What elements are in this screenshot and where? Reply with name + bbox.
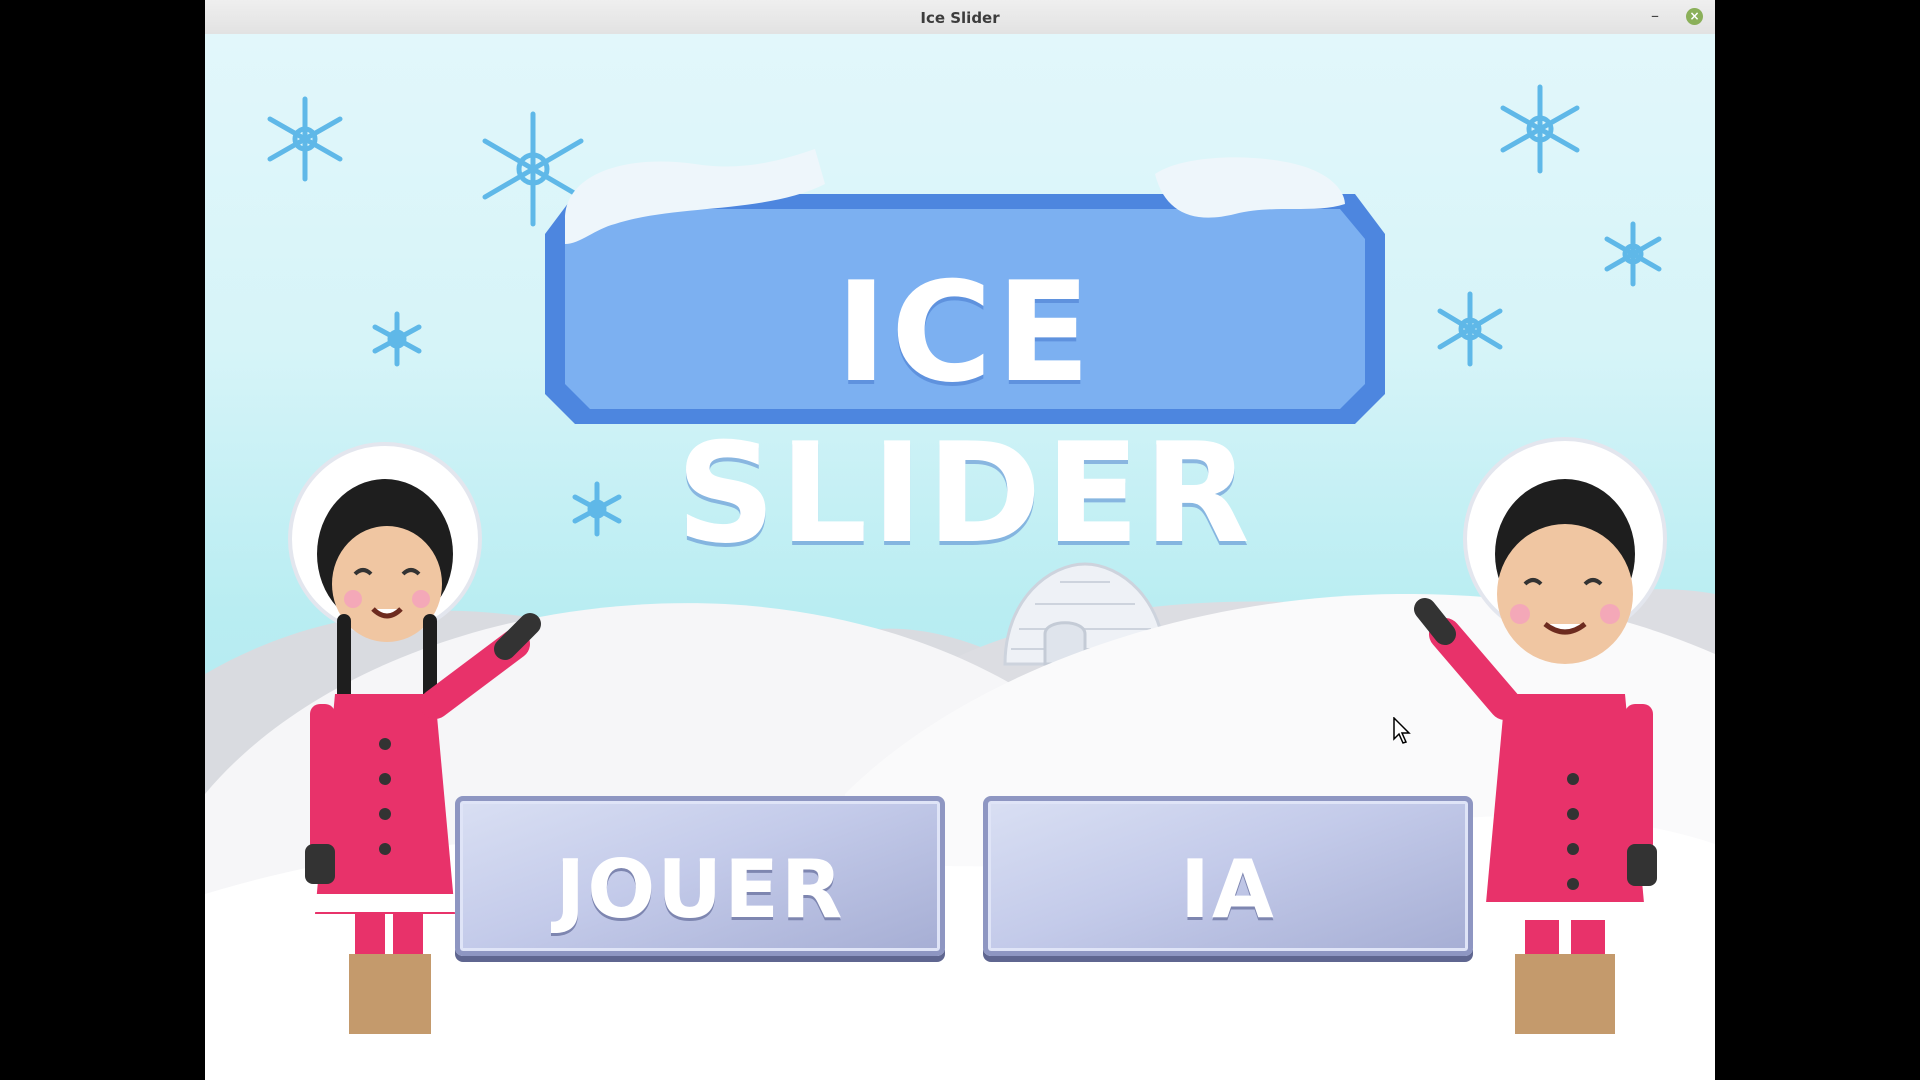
window-title: Ice Slider — [920, 9, 1000, 27]
menu-scene: ICE SLIDER JOUER IA — [205, 34, 1715, 1080]
close-icon[interactable]: × — [1686, 8, 1703, 25]
title-bar[interactable]: Ice Slider – × — [205, 0, 1715, 35]
minimize-icon[interactable]: – — [1645, 6, 1665, 26]
play-button[interactable]: JOUER — [455, 796, 945, 956]
game-window: Ice Slider – × ICE SLIDER JOUER IA — [205, 0, 1715, 1080]
ai-button[interactable]: IA — [983, 796, 1473, 956]
play-button-label: JOUER — [555, 843, 845, 936]
ai-button-label: IA — [1180, 843, 1276, 936]
game-logo: ICE SLIDER — [535, 134, 1395, 574]
mouse-cursor-icon — [1393, 717, 1411, 744]
logo-title: ICE SLIDER — [676, 252, 1254, 574]
